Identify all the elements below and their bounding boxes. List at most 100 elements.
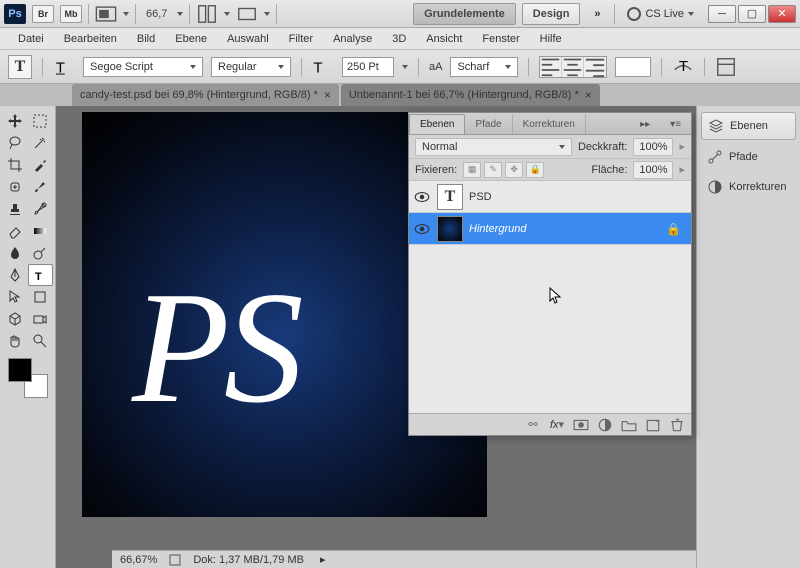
panel-tab-korrekturen[interactable]: Korrekturen xyxy=(513,115,586,134)
opacity-input[interactable]: 100% xyxy=(633,138,673,156)
menu-bild[interactable]: Bild xyxy=(127,30,165,48)
active-tool-indicator[interactable]: T xyxy=(8,55,32,79)
group-icon[interactable] xyxy=(621,417,637,433)
layer-thumbnail[interactable] xyxy=(437,216,463,242)
layer-row[interactable]: Hintergrund 🔒 xyxy=(409,213,691,245)
path-select-tool[interactable] xyxy=(2,286,27,308)
menu-analyse[interactable]: Analyse xyxy=(323,30,382,48)
adjustment-layer-icon[interactable] xyxy=(597,417,613,433)
screen-mode-icon[interactable] xyxy=(95,5,117,23)
wand-tool[interactable] xyxy=(28,132,53,154)
dock-button-korrekturen[interactable]: Korrekturen xyxy=(701,174,796,200)
history-brush-tool[interactable] xyxy=(28,198,53,220)
text-orientation-icon[interactable]: T̲ xyxy=(53,58,75,76)
heal-tool[interactable] xyxy=(2,176,27,198)
gradient-tool[interactable] xyxy=(28,220,53,242)
dodge-tool[interactable] xyxy=(28,242,53,264)
crop-tool[interactable] xyxy=(2,154,27,176)
chevron-down-icon[interactable] xyxy=(123,12,129,16)
menu-filter[interactable]: Filter xyxy=(279,30,323,48)
lock-pixels-icon[interactable]: ✎ xyxy=(484,162,502,178)
character-panel-icon[interactable] xyxy=(715,58,737,76)
minibridge-button[interactable]: Mb xyxy=(60,5,82,23)
foreground-color-swatch[interactable] xyxy=(8,358,32,382)
bridge-button[interactable]: Br xyxy=(32,5,54,23)
cs-live-button[interactable]: CS Live xyxy=(621,7,700,21)
close-icon[interactable]: × xyxy=(585,88,592,102)
layer-thumbnail[interactable]: T xyxy=(437,184,463,210)
link-layers-icon[interactable]: ⚯ xyxy=(525,417,541,433)
align-left-button[interactable] xyxy=(540,57,562,77)
zoom-display[interactable]: 66,7 xyxy=(142,8,171,20)
chevron-down-icon[interactable] xyxy=(264,12,270,16)
layer-row[interactable]: T PSD xyxy=(409,181,691,213)
chevron-down-icon[interactable] xyxy=(402,65,408,69)
chevron-down-icon[interactable] xyxy=(177,12,183,16)
3d-tool[interactable] xyxy=(2,308,27,330)
eyedropper-tool[interactable] xyxy=(28,154,53,176)
font-family-select[interactable]: Segoe Script xyxy=(83,57,203,77)
move-tool[interactable] xyxy=(2,110,27,132)
close-icon[interactable]: × xyxy=(324,88,331,102)
panel-tab-ebenen[interactable]: Ebenen xyxy=(409,114,465,134)
window-minimize-button[interactable]: ─ xyxy=(708,5,736,23)
workspace-more-icon[interactable]: » xyxy=(586,5,608,23)
menu-bearbeiten[interactable]: Bearbeiten xyxy=(54,30,127,48)
menu-hilfe[interactable]: Hilfe xyxy=(530,30,572,48)
svg-text:T: T xyxy=(35,271,42,283)
color-swatches[interactable] xyxy=(8,358,48,398)
pen-tool[interactable] xyxy=(2,264,27,286)
document-tab[interactable]: candy-test.psd bei 69,8% (Hintergrund, R… xyxy=(72,84,339,106)
eraser-tool[interactable] xyxy=(2,220,27,242)
font-size-input[interactable]: 250 Pt xyxy=(342,57,394,77)
menu-datei[interactable]: Datei xyxy=(8,30,54,48)
type-tool[interactable]: T xyxy=(28,264,53,286)
menu-3d[interactable]: 3D xyxy=(382,30,416,48)
marquee-tool[interactable] xyxy=(28,110,53,132)
panel-tab-pfade[interactable]: Pfade xyxy=(465,115,512,134)
panel-collapse-icon[interactable]: ▸▸ xyxy=(630,115,660,134)
window-maximize-button[interactable]: ▢ xyxy=(738,5,766,23)
window-close-button[interactable]: ✕ xyxy=(768,5,796,23)
panel-menu-icon[interactable]: ▾≡ xyxy=(660,115,691,134)
lock-all-icon[interactable]: 🔒 xyxy=(526,162,544,178)
lock-transparency-icon[interactable]: ▦ xyxy=(463,162,481,178)
layer-mask-icon[interactable] xyxy=(573,417,589,433)
brush-tool[interactable] xyxy=(28,176,53,198)
arrange-icon[interactable] xyxy=(196,5,218,23)
dock-button-ebenen[interactable]: Ebenen xyxy=(701,112,796,140)
status-zoom[interactable]: 66,67% xyxy=(120,554,157,566)
visibility-icon[interactable] xyxy=(413,220,431,238)
lasso-tool[interactable] xyxy=(2,132,27,154)
menu-fenster[interactable]: Fenster xyxy=(472,30,529,48)
blur-tool[interactable] xyxy=(2,242,27,264)
fill-input[interactable]: 100% xyxy=(633,161,673,179)
stamp-tool[interactable] xyxy=(2,198,27,220)
font-style-select[interactable]: Regular xyxy=(211,57,291,77)
dock-button-pfade[interactable]: Pfade xyxy=(701,144,796,170)
antialias-select[interactable]: Scharf xyxy=(450,57,518,77)
document-tab[interactable]: Unbenannt-1 bei 66,7% (Hintergrund, RGB/… xyxy=(341,84,600,106)
status-doc-info[interactable]: Dok: 1,37 MB/1,79 MB xyxy=(193,554,304,566)
visibility-icon[interactable] xyxy=(413,188,431,206)
workspace-button-design[interactable]: Design xyxy=(522,3,581,25)
text-color-swatch[interactable] xyxy=(615,57,651,77)
layer-effects-icon[interactable]: fx▾ xyxy=(549,417,565,433)
zoom-tool[interactable] xyxy=(28,330,53,352)
blend-mode-select[interactable]: Normal xyxy=(415,138,572,156)
new-layer-icon[interactable] xyxy=(645,417,661,433)
delete-layer-icon[interactable] xyxy=(669,417,685,433)
align-right-button[interactable] xyxy=(584,57,606,77)
hand-tool[interactable] xyxy=(2,330,27,352)
chevron-down-icon[interactable] xyxy=(224,12,230,16)
warp-text-icon[interactable]: T xyxy=(672,58,694,76)
extras-icon[interactable] xyxy=(236,5,258,23)
3d-camera-tool[interactable] xyxy=(28,308,53,330)
menu-ebene[interactable]: Ebene xyxy=(165,30,217,48)
shape-tool[interactable] xyxy=(28,286,53,308)
menu-auswahl[interactable]: Auswahl xyxy=(217,30,279,48)
lock-position-icon[interactable]: ✥ xyxy=(505,162,523,178)
workspace-button-grundelemente[interactable]: Grundelemente xyxy=(413,3,516,25)
align-center-button[interactable] xyxy=(562,57,584,77)
menu-ansicht[interactable]: Ansicht xyxy=(416,30,472,48)
